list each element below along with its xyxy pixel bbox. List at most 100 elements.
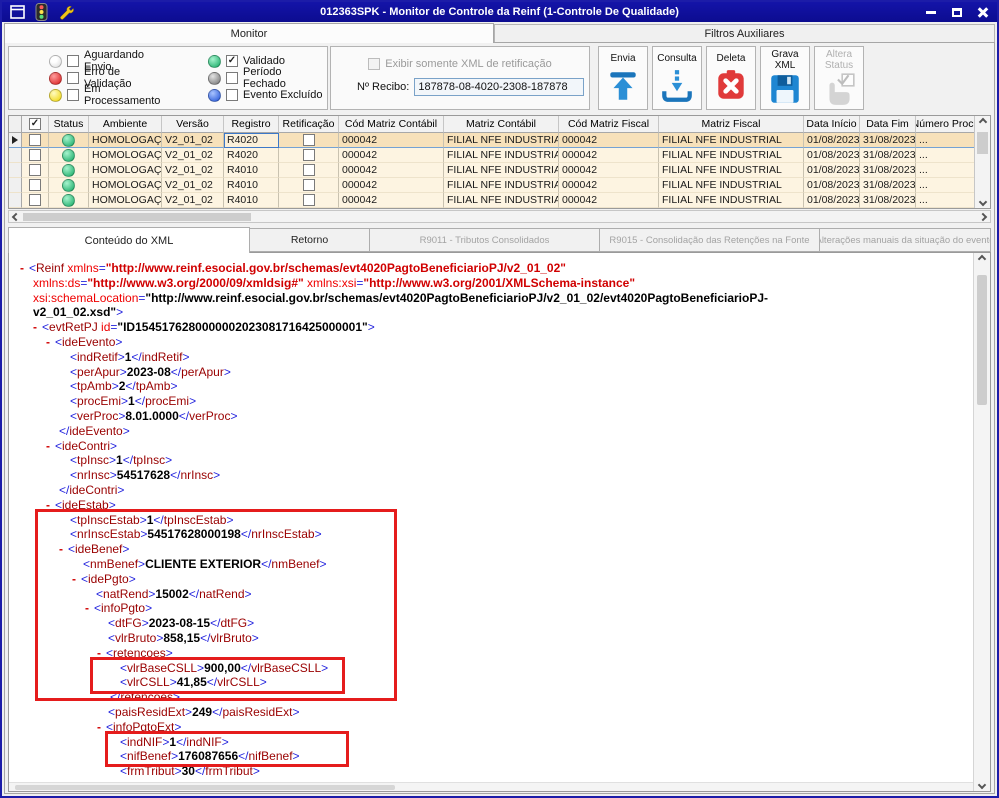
close-button[interactable] [975, 5, 991, 19]
grid-horizontal-scrollbar[interactable] [8, 210, 991, 223]
collapse-marker-icon[interactable]: - [46, 335, 50, 349]
cell-cod_matriz_fiscal[interactable]: 000042 [559, 178, 659, 193]
grid-header-marker[interactable] [9, 116, 22, 133]
legend-checkbox-red[interactable] [67, 72, 79, 84]
grid-header-versao[interactable]: Versão [162, 116, 224, 133]
collapse-marker-icon[interactable]: - [72, 572, 76, 586]
collapse-marker-icon[interactable]: - [20, 261, 24, 275]
collapse-marker-icon[interactable]: - [33, 320, 37, 334]
cell-data_fim[interactable]: 31/08/2023 [860, 133, 916, 148]
collapse-marker-icon[interactable]: - [97, 720, 101, 734]
legend-checkbox-blue[interactable] [226, 89, 238, 101]
cell-versao[interactable]: V2_01_02 [162, 178, 224, 193]
cell-matriz_fiscal[interactable]: FILIAL NFE INDUSTRIAL [659, 148, 804, 163]
grid-scroll-down-button[interactable] [975, 197, 990, 207]
cell-cod_matriz_contabil[interactable]: 000042 [339, 178, 444, 193]
row-select-checkbox[interactable] [29, 194, 41, 206]
minimize-button[interactable] [923, 5, 939, 19]
xml-scroll-down-button[interactable] [974, 780, 990, 790]
cell-marker[interactable] [9, 193, 22, 208]
grid-header-data_fim[interactable]: Data Fim [860, 116, 916, 133]
cell-matriz_contabil[interactable]: FILIAL NFE INDUSTRIAL [444, 133, 559, 148]
grid-header-data_inicio[interactable]: Data Início [804, 116, 860, 133]
cell-data_fim[interactable]: 31/08/2023 [860, 178, 916, 193]
cell-matriz_fiscal[interactable]: FILIAL NFE INDUSTRIAL [659, 163, 804, 178]
xml-horizontal-scrollbar[interactable] [9, 782, 973, 791]
cell-versao[interactable]: V2_01_02 [162, 163, 224, 178]
scroll-right-button[interactable] [977, 212, 989, 222]
cell-cod_matriz_contabil[interactable]: 000042 [339, 148, 444, 163]
legend-checkbox-yellow[interactable] [67, 89, 79, 101]
cell-numero_processo[interactable]: ... [916, 163, 976, 178]
xml-horizontal-scroll-thumb[interactable] [15, 785, 395, 790]
cell-registro[interactable]: R4010 [224, 163, 279, 178]
cell-numero_processo[interactable]: ... [916, 148, 976, 163]
grid-scroll-up-button[interactable] [975, 117, 990, 127]
cell-data_inicio[interactable]: 01/08/2023 [804, 193, 860, 208]
cell-data_fim[interactable]: 31/08/2023 [860, 163, 916, 178]
cell-cod_matriz_fiscal[interactable]: 000042 [559, 193, 659, 208]
envia-button[interactable]: Envia [598, 46, 648, 110]
cell-versao[interactable]: V2_01_02 [162, 148, 224, 163]
cell-versao[interactable]: V2_01_02 [162, 133, 224, 148]
cell-matriz_contabil[interactable]: FILIAL NFE INDUSTRIAL [444, 193, 559, 208]
cell-cod_matriz_fiscal[interactable]: 000042 [559, 148, 659, 163]
receipt-number-input[interactable] [414, 78, 585, 96]
tab-monitor[interactable]: Monitor [4, 23, 494, 43]
cell-ambiente[interactable]: HOMOLOGAÇÃO [89, 133, 162, 148]
xml-tab-0[interactable]: Conteúdo do XML [8, 227, 250, 253]
cell-numero_processo[interactable]: ... [916, 193, 976, 208]
grid-header-cod_matriz_fiscal[interactable]: Cód Matriz Fiscal [559, 116, 659, 133]
row-select-checkbox[interactable] [29, 179, 41, 191]
cell-marker[interactable] [9, 163, 22, 178]
scroll-left-button[interactable] [10, 212, 22, 222]
cell-versao[interactable]: V2_01_02 [162, 193, 224, 208]
cell-cod_matriz_contabil[interactable]: 000042 [339, 163, 444, 178]
grid-header-matriz_fiscal[interactable]: Matriz Fiscal [659, 116, 804, 133]
legend-checkbox-white[interactable] [67, 55, 79, 67]
cell-marker[interactable] [9, 178, 22, 193]
row-select-checkbox[interactable] [29, 134, 41, 146]
events-grid[interactable]: Status Ambiente Versão Registro Retificação C… [8, 115, 991, 209]
cell-numero_processo[interactable]: ... [916, 133, 976, 148]
cell-registro[interactable]: R4020 [224, 148, 279, 163]
collapse-marker-icon[interactable]: - [85, 601, 89, 615]
cell-cod_matriz_fiscal[interactable]: 000042 [559, 133, 659, 148]
xml-viewer[interactable]: - <Reinf xmlns="http://www.reinf.esocial.… [8, 252, 991, 792]
cell-checkbox[interactable] [22, 178, 49, 193]
row-select-checkbox[interactable] [29, 164, 41, 176]
cell-checkbox[interactable] [22, 193, 49, 208]
xml-vertical-scrollbar[interactable] [973, 253, 990, 791]
cell-ambiente[interactable]: HOMOLOGAÇÃO [89, 178, 162, 193]
table-row[interactable]: HOMOLOGAÇÃOV2_01_02R4020000042FILIAL NFE… [9, 148, 990, 163]
cell-status[interactable] [49, 133, 89, 148]
grid-header-checkbox[interactable] [22, 116, 49, 133]
cell-status[interactable] [49, 193, 89, 208]
cell-registro[interactable]: R4010 [224, 178, 279, 193]
cell-retificacao[interactable] [279, 133, 339, 148]
cell-retificacao[interactable] [279, 193, 339, 208]
horizontal-scroll-thumb[interactable] [23, 213, 251, 221]
deleta-button[interactable]: Deleta [706, 46, 756, 110]
cell-checkbox[interactable] [22, 148, 49, 163]
xml-scroll-up-button[interactable] [974, 254, 990, 264]
cell-ambiente[interactable]: HOMOLOGAÇÃO [89, 163, 162, 178]
cell-ambiente[interactable]: HOMOLOGAÇÃO [89, 193, 162, 208]
grid-header-ambiente[interactable]: Ambiente [89, 116, 162, 133]
cell-cod_matriz_contabil[interactable]: 000042 [339, 193, 444, 208]
cell-registro[interactable]: R4010 [224, 193, 279, 208]
collapse-marker-icon[interactable]: - [97, 646, 101, 660]
retificacao-checkbox[interactable] [302, 149, 315, 161]
cell-cod_matriz_fiscal[interactable]: 000042 [559, 163, 659, 178]
cell-numero_processo[interactable]: ... [916, 178, 976, 193]
cell-status[interactable] [49, 163, 89, 178]
xml-vertical-scroll-thumb[interactable] [977, 275, 987, 405]
cell-matriz_contabil[interactable]: FILIAL NFE INDUSTRIAL [444, 178, 559, 193]
grid-vertical-scroll-thumb[interactable] [977, 132, 988, 154]
cell-matriz_contabil[interactable]: FILIAL NFE INDUSTRIAL [444, 148, 559, 163]
cell-retificacao[interactable] [279, 178, 339, 193]
cell-status[interactable] [49, 178, 89, 193]
table-row[interactable]: HOMOLOGAÇÃOV2_01_02R4010 000042FILIAL NFE… [9, 193, 990, 208]
retificacao-checkbox[interactable] [302, 194, 315, 206]
cell-matriz_contabil[interactable]: FILIAL NFE INDUSTRIAL [444, 163, 559, 178]
